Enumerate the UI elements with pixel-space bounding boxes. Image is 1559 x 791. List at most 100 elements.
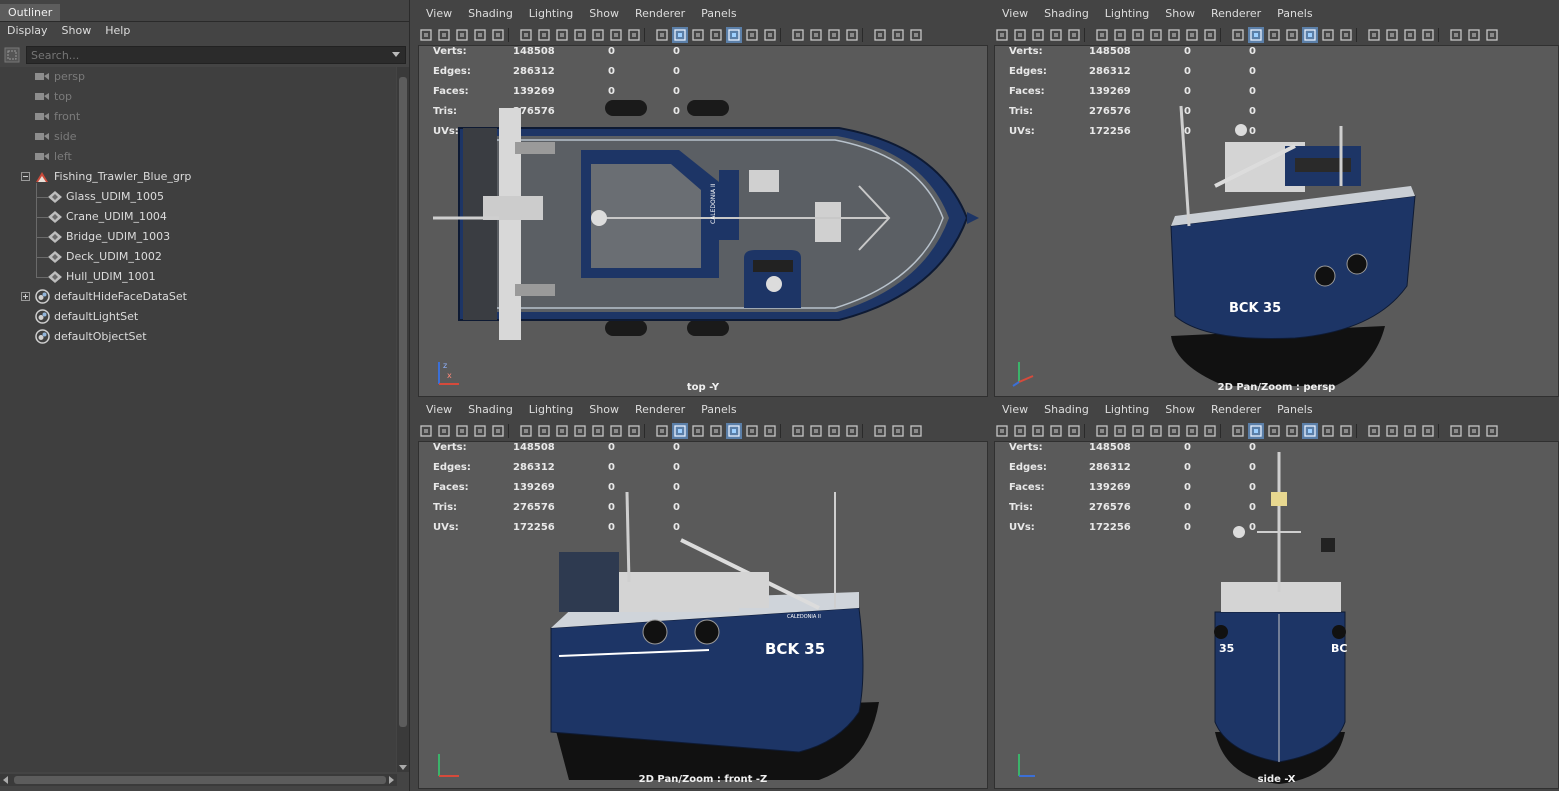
textured-icon[interactable] bbox=[1302, 27, 1318, 43]
safe-action-icon[interactable] bbox=[608, 27, 624, 43]
menu-shading[interactable]: Shading bbox=[1036, 401, 1097, 421]
select-camera-icon[interactable] bbox=[418, 423, 434, 439]
camera-attr-icon[interactable] bbox=[436, 423, 452, 439]
panel-splitter[interactable] bbox=[410, 0, 418, 791]
menu-shading[interactable]: Shading bbox=[1036, 5, 1097, 25]
gate-mask-icon[interactable] bbox=[1148, 27, 1164, 43]
scroll-thumb[interactable] bbox=[14, 776, 386, 784]
xray-joints-icon[interactable] bbox=[908, 27, 924, 43]
xray-joints-icon[interactable] bbox=[1484, 27, 1500, 43]
bookmark-icon[interactable] bbox=[1030, 423, 1046, 439]
anti-alias-icon[interactable] bbox=[826, 27, 842, 43]
anti-alias-icon[interactable] bbox=[1402, 423, 1418, 439]
ambient-occlusion-icon[interactable] bbox=[1366, 423, 1382, 439]
shadows-icon[interactable] bbox=[762, 27, 778, 43]
safe-action-icon[interactable] bbox=[608, 423, 624, 439]
xray-icon[interactable] bbox=[890, 27, 906, 43]
tree-item-side[interactable]: side bbox=[0, 127, 396, 147]
menu-shading[interactable]: Shading bbox=[460, 401, 521, 421]
smooth-shade-icon[interactable] bbox=[672, 27, 688, 43]
menu-view[interactable]: View bbox=[994, 401, 1036, 421]
menu-panels[interactable]: Panels bbox=[1269, 401, 1320, 421]
motion-blur-icon[interactable] bbox=[808, 27, 824, 43]
field-chart-icon[interactable] bbox=[1166, 27, 1182, 43]
menu-renderer[interactable]: Renderer bbox=[627, 5, 693, 25]
gate-mask-icon[interactable] bbox=[572, 423, 588, 439]
xray-icon[interactable] bbox=[1466, 423, 1482, 439]
menu-panels[interactable]: Panels bbox=[693, 5, 744, 25]
depth-of-field-icon[interactable] bbox=[1420, 27, 1436, 43]
grease-pencil-icon[interactable] bbox=[1048, 423, 1064, 439]
menu-lighting[interactable]: Lighting bbox=[521, 5, 581, 25]
tree-item-persp[interactable]: persp bbox=[0, 67, 396, 87]
bookmark-icon[interactable] bbox=[454, 27, 470, 43]
menu-panels[interactable]: Panels bbox=[1269, 5, 1320, 25]
xray-joints-icon[interactable] bbox=[1484, 423, 1500, 439]
menu-panels[interactable]: Panels bbox=[693, 401, 744, 421]
viewport-canvas[interactable]: Verts: 148508 0 0 Edges: 286312 0 0 Faces: 139269… bbox=[418, 441, 988, 789]
expand-icon[interactable] bbox=[21, 292, 30, 301]
image-plane-icon[interactable] bbox=[1066, 27, 1082, 43]
viewport-canvas[interactable]: Verts: 148508 0 0 Edges: 286312 0 0 Faces: 139269… bbox=[418, 45, 988, 397]
menu-show[interactable]: Show bbox=[581, 5, 627, 25]
film-gate-icon[interactable] bbox=[1112, 423, 1128, 439]
menu-view[interactable]: View bbox=[418, 5, 460, 25]
scroll-left-icon[interactable] bbox=[3, 776, 8, 784]
ambient-occlusion-icon[interactable] bbox=[790, 27, 806, 43]
resolution-gate-icon[interactable] bbox=[1130, 27, 1146, 43]
tree-item-object-set[interactable]: defaultObjectSet bbox=[0, 327, 396, 347]
filter-icon[interactable] bbox=[4, 47, 20, 63]
anti-alias-icon[interactable] bbox=[1402, 27, 1418, 43]
viewport-canvas[interactable]: Verts: 148508 0 0 Edges: 286312 0 0 Faces: 139269… bbox=[994, 441, 1559, 789]
scroll-thumb[interactable] bbox=[399, 77, 407, 727]
tree-item-bridge[interactable]: Bridge_UDIM_1003 bbox=[0, 227, 396, 247]
shadows-icon[interactable] bbox=[1338, 27, 1354, 43]
textured-icon[interactable] bbox=[726, 27, 742, 43]
tree-item-deck[interactable]: Deck_UDIM_1002 bbox=[0, 247, 396, 267]
wireframe-icon[interactable] bbox=[1230, 423, 1246, 439]
search-input[interactable] bbox=[26, 46, 406, 64]
tree-item-front[interactable]: front bbox=[0, 107, 396, 127]
tree-item-hull[interactable]: Hull_UDIM_1001 bbox=[0, 267, 396, 287]
select-camera-icon[interactable] bbox=[994, 423, 1010, 439]
menu-help[interactable]: Help bbox=[98, 22, 137, 42]
wireframe-icon[interactable] bbox=[654, 423, 670, 439]
default-material-icon[interactable] bbox=[690, 27, 706, 43]
motion-blur-icon[interactable] bbox=[1384, 27, 1400, 43]
anti-alias-icon[interactable] bbox=[826, 423, 842, 439]
tree-item-crane[interactable]: Crane_UDIM_1004 bbox=[0, 207, 396, 227]
xray-icon[interactable] bbox=[890, 423, 906, 439]
tree-item-trawler-group[interactable]: Fishing_Trawler_Blue_grp bbox=[0, 167, 396, 187]
smooth-shade-icon[interactable] bbox=[1248, 423, 1264, 439]
default-material-icon[interactable] bbox=[1266, 423, 1282, 439]
grid-icon[interactable] bbox=[518, 27, 534, 43]
film-gate-icon[interactable] bbox=[1112, 27, 1128, 43]
isolate-icon[interactable] bbox=[1448, 423, 1464, 439]
menu-lighting[interactable]: Lighting bbox=[1097, 5, 1157, 25]
use-lights-icon[interactable] bbox=[744, 423, 760, 439]
menu-renderer[interactable]: Renderer bbox=[1203, 401, 1269, 421]
resolution-gate-icon[interactable] bbox=[1130, 423, 1146, 439]
film-gate-icon[interactable] bbox=[536, 423, 552, 439]
tree-item-glass[interactable]: Glass_UDIM_1005 bbox=[0, 187, 396, 207]
grease-pencil-icon[interactable] bbox=[472, 423, 488, 439]
ambient-occlusion-icon[interactable] bbox=[790, 423, 806, 439]
outliner-vertical-scrollbar[interactable] bbox=[397, 67, 409, 772]
wireframe-on-shaded-icon[interactable] bbox=[708, 423, 724, 439]
collapse-icon[interactable] bbox=[21, 172, 30, 181]
outliner-tab[interactable]: Outliner bbox=[0, 4, 61, 22]
ambient-occlusion-icon[interactable] bbox=[1366, 27, 1382, 43]
motion-blur-icon[interactable] bbox=[1384, 423, 1400, 439]
field-chart-icon[interactable] bbox=[590, 423, 606, 439]
menu-lighting[interactable]: Lighting bbox=[521, 401, 581, 421]
resolution-gate-icon[interactable] bbox=[554, 423, 570, 439]
field-chart-icon[interactable] bbox=[1166, 423, 1182, 439]
depth-of-field-icon[interactable] bbox=[844, 423, 860, 439]
motion-blur-icon[interactable] bbox=[808, 423, 824, 439]
camera-attr-icon[interactable] bbox=[1012, 423, 1028, 439]
resolution-gate-icon[interactable] bbox=[554, 27, 570, 43]
wireframe-icon[interactable] bbox=[654, 27, 670, 43]
tree-item-light-set[interactable]: defaultLightSet bbox=[0, 307, 396, 327]
grease-pencil-icon[interactable] bbox=[1048, 27, 1064, 43]
select-camera-icon[interactable] bbox=[418, 27, 434, 43]
